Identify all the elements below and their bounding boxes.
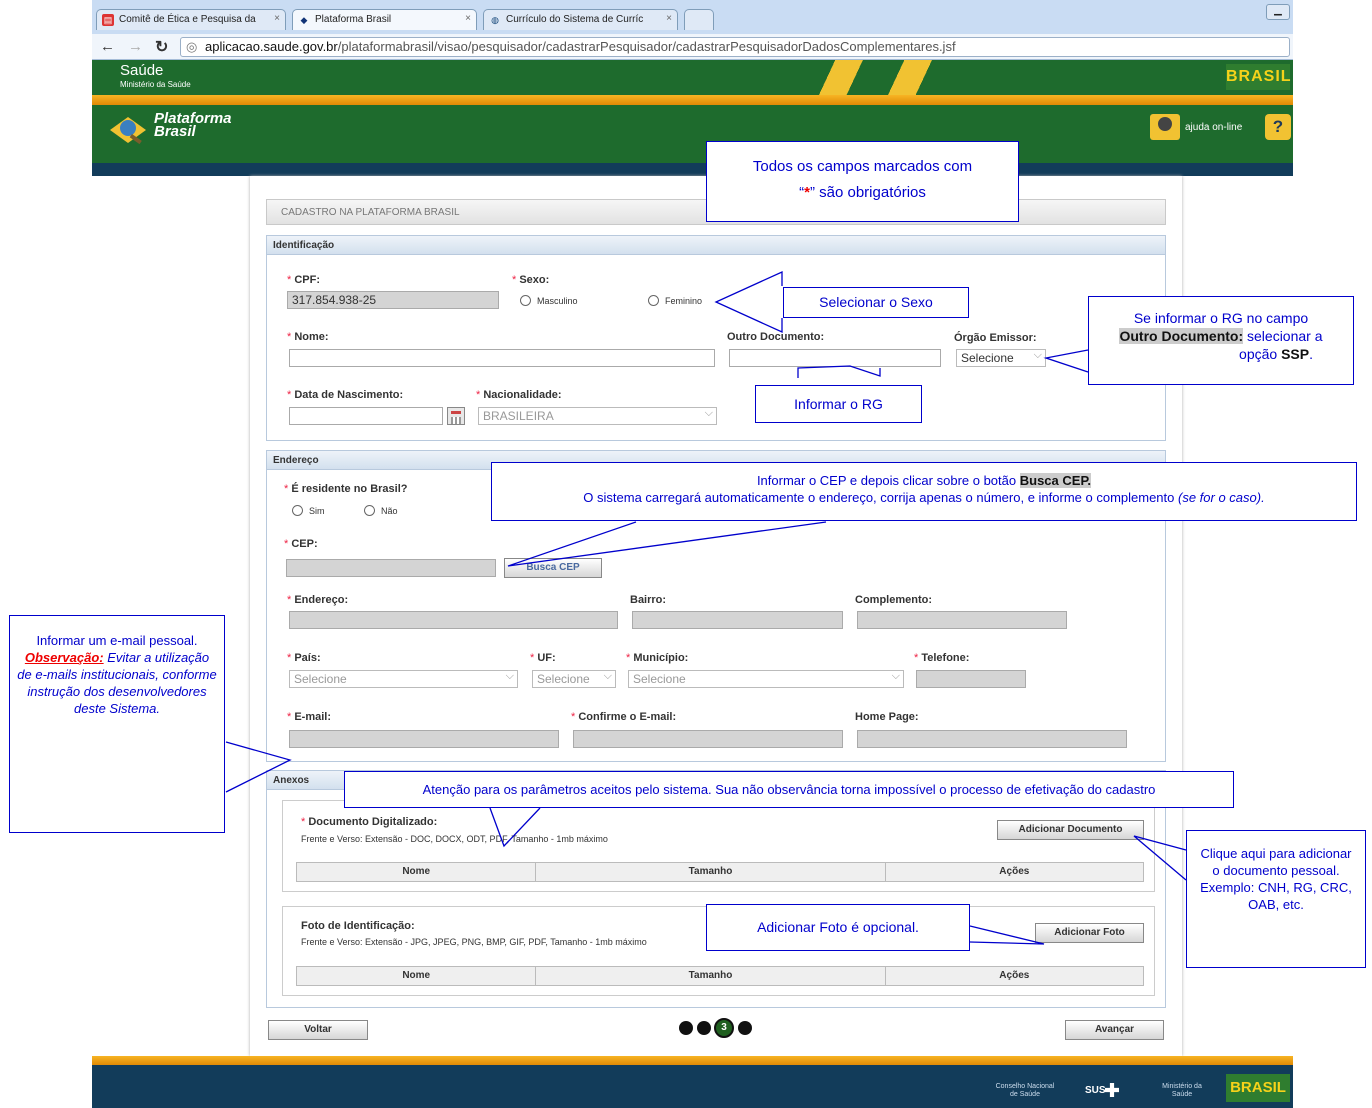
callout-sexo: Selecionar o Sexo <box>783 287 969 318</box>
callout-cep: Informar o CEP e depois clicar sobre o b… <box>491 462 1357 521</box>
arrow-sexo <box>714 270 783 334</box>
arrow-doc <box>1133 835 1187 881</box>
callout-obrigatorios: Todos os campos marcados com “*” são obr… <box>706 141 1019 222</box>
callout-ssp: Se informar o RG no campo Outro Document… <box>1088 296 1354 385</box>
arrow-cep <box>507 521 827 567</box>
arrow-atencao <box>489 807 541 848</box>
callout-arrows <box>225 270 1187 945</box>
arrow-rg <box>797 365 881 378</box>
arrow-ssp <box>1043 349 1089 373</box>
callout-email: Informar um e-mail pessoal. Observação: … <box>9 615 225 833</box>
callout-rg: Informar o RG <box>755 385 922 423</box>
callout-documento: Clique aqui para adicionar o documento p… <box>1186 830 1366 968</box>
callout-foto: Adicionar Foto é opcional. <box>706 904 970 951</box>
callout-atencao: Atenção para os parâmetros aceitos pelo … <box>344 771 1234 808</box>
arrow-email <box>225 741 292 793</box>
arrow-foto <box>969 925 1045 945</box>
